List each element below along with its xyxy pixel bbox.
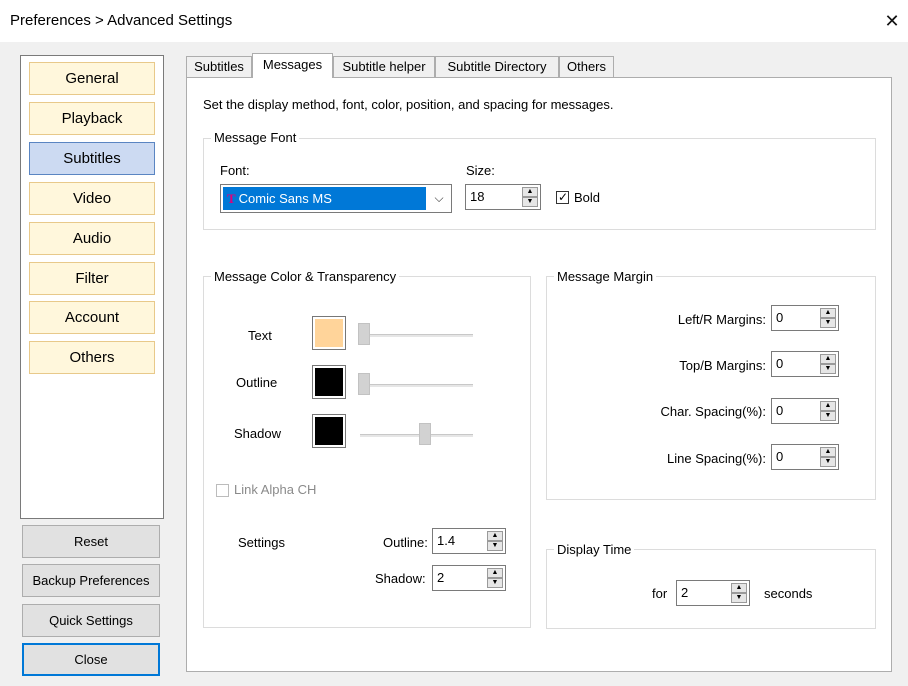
nav-item-audio[interactable]: Audio (29, 222, 155, 255)
shadow-distance-label: Shadow: (375, 571, 426, 586)
shadow-alpha-slider-thumb[interactable] (419, 423, 431, 445)
shadow-color-swatch[interactable] (312, 414, 346, 448)
top-bottom-margins-value: 0 (776, 356, 784, 371)
spin-down-icon[interactable]: ▼ (487, 578, 503, 588)
outline-width-label: Outline: (383, 535, 428, 550)
page-description: Set the display method, font, color, pos… (203, 97, 614, 112)
spin-up-icon[interactable]: ▲ (820, 308, 836, 318)
outline-width-spinner[interactable]: 1.4 ▲ ▼ (432, 528, 506, 554)
display-time-group-title: Display Time (554, 542, 635, 557)
spin-up-icon[interactable]: ▲ (820, 401, 836, 411)
shadow-color-label: Shadow (234, 426, 281, 441)
spin-down-icon[interactable]: ▼ (820, 318, 836, 328)
tab-others[interactable]: Others (559, 56, 614, 77)
size-label: Size: (466, 163, 495, 178)
top-bottom-margins-label: Top/B Margins: (679, 358, 766, 373)
close-icon[interactable]: ✕ (882, 10, 902, 32)
nav-item-subtitles[interactable]: Subtitles (29, 142, 155, 175)
outline-color-label: Outline (236, 375, 278, 390)
quick-settings-button[interactable]: Quick Settings (22, 604, 160, 637)
text-color-swatch[interactable] (312, 316, 346, 350)
nav-item-general[interactable]: General (29, 62, 155, 95)
nav-item-filter[interactable]: Filter (29, 262, 155, 295)
bold-label: Bold (574, 190, 601, 205)
title-bar: Preferences > Advanced Settings ✕ (0, 0, 908, 42)
line-spacing-label: Line Spacing(%): (667, 451, 766, 466)
outline-alpha-slider-thumb[interactable] (358, 373, 370, 395)
left-right-margins-value: 0 (776, 310, 784, 325)
nav-item-others[interactable]: Others (29, 341, 155, 374)
display-time-value: 2 (681, 585, 689, 600)
window-title: Preferences > Advanced Settings (10, 12, 233, 29)
check-icon: ✓ (558, 190, 569, 204)
text-alpha-slider-track[interactable] (360, 334, 473, 337)
display-time-spinner[interactable]: 2 ▲ ▼ (676, 580, 750, 606)
spin-down-icon[interactable]: ▼ (522, 197, 538, 207)
message-margin-group-title: Message Margin (554, 269, 657, 284)
line-spacing-spinner[interactable]: 0 ▲ ▼ (771, 444, 839, 470)
message-color-group-title: Message Color & Transparency (211, 269, 400, 284)
font-size-spinner[interactable]: 18 ▲ ▼ (465, 184, 541, 210)
backup-preferences-button[interactable]: Backup Preferences (22, 564, 160, 597)
close-button[interactable]: Close (22, 643, 160, 676)
text-color-fill (315, 319, 343, 347)
spin-down-icon[interactable]: ▼ (820, 411, 836, 421)
tab-subtitle-helper[interactable]: Subtitle helper (333, 56, 435, 77)
spin-down-icon[interactable]: ▼ (487, 541, 503, 551)
spin-down-icon[interactable]: ▼ (820, 364, 836, 374)
display-time-seconds-label: seconds (764, 586, 813, 601)
outline-color-fill (315, 368, 343, 396)
nav-item-playback[interactable]: Playback (29, 102, 155, 135)
settings-label: Settings (238, 535, 285, 550)
left-right-margins-label: Left/R Margins: (677, 312, 766, 327)
font-size-value: 18 (470, 189, 485, 204)
char-spacing-spinner[interactable]: 0 ▲ ▼ (771, 398, 839, 424)
bold-checkbox[interactable]: ✓ (556, 190, 569, 204)
spin-up-icon[interactable]: ▲ (820, 447, 836, 457)
outline-color-swatch[interactable] (312, 365, 346, 399)
char-spacing-label: Char. Spacing(%): (660, 404, 767, 419)
shadow-color-fill (315, 417, 343, 445)
line-spacing-value: 0 (776, 449, 784, 464)
category-nav: General Playback Subtitles Video Audio F… (20, 55, 164, 519)
shadow-distance-spinner[interactable]: 2 ▲ ▼ (432, 565, 506, 591)
font-label: Font: (220, 163, 250, 178)
font-select[interactable]: T Comic Sans MS ⌵ (220, 184, 452, 213)
truetype-font-icon: T (227, 191, 236, 206)
left-right-margins-spinner[interactable]: 0 ▲ ▼ (771, 305, 839, 331)
reset-button[interactable]: Reset (22, 525, 160, 558)
spin-up-icon[interactable]: ▲ (820, 354, 836, 364)
link-alpha-label: Link Alpha CH (234, 482, 317, 497)
link-alpha-checkbox[interactable] (216, 484, 229, 497)
char-spacing-value: 0 (776, 403, 784, 418)
outline-alpha-slider-track[interactable] (360, 384, 473, 387)
tab-subtitles[interactable]: Subtitles (186, 56, 252, 77)
text-alpha-slider-thumb[interactable] (358, 323, 370, 345)
nav-item-account[interactable]: Account (29, 301, 155, 334)
display-time-for-label: for (652, 586, 668, 601)
spin-down-icon[interactable]: ▼ (820, 457, 836, 467)
text-color-label: Text (248, 328, 272, 343)
font-name: Comic Sans MS (238, 191, 332, 206)
spin-down-icon[interactable]: ▼ (731, 593, 747, 603)
tab-subtitle-directory[interactable]: Subtitle Directory (435, 56, 559, 77)
spin-up-icon[interactable]: ▲ (522, 187, 538, 197)
spin-up-icon[interactable]: ▲ (731, 583, 747, 593)
spin-up-icon[interactable]: ▲ (487, 531, 503, 541)
top-bottom-margins-spinner[interactable]: 0 ▲ ▼ (771, 351, 839, 377)
shadow-distance-value: 2 (437, 570, 445, 585)
nav-item-video[interactable]: Video (29, 182, 155, 215)
font-select-value: T Comic Sans MS (223, 187, 426, 210)
shadow-alpha-slider-track[interactable] (360, 434, 473, 437)
tab-messages[interactable]: Messages (252, 53, 333, 78)
message-font-group-title: Message Font (211, 130, 300, 145)
spin-up-icon[interactable]: ▲ (487, 568, 503, 578)
outline-width-value: 1.4 (437, 533, 456, 548)
chevron-down-icon[interactable]: ⌵ (429, 188, 449, 209)
